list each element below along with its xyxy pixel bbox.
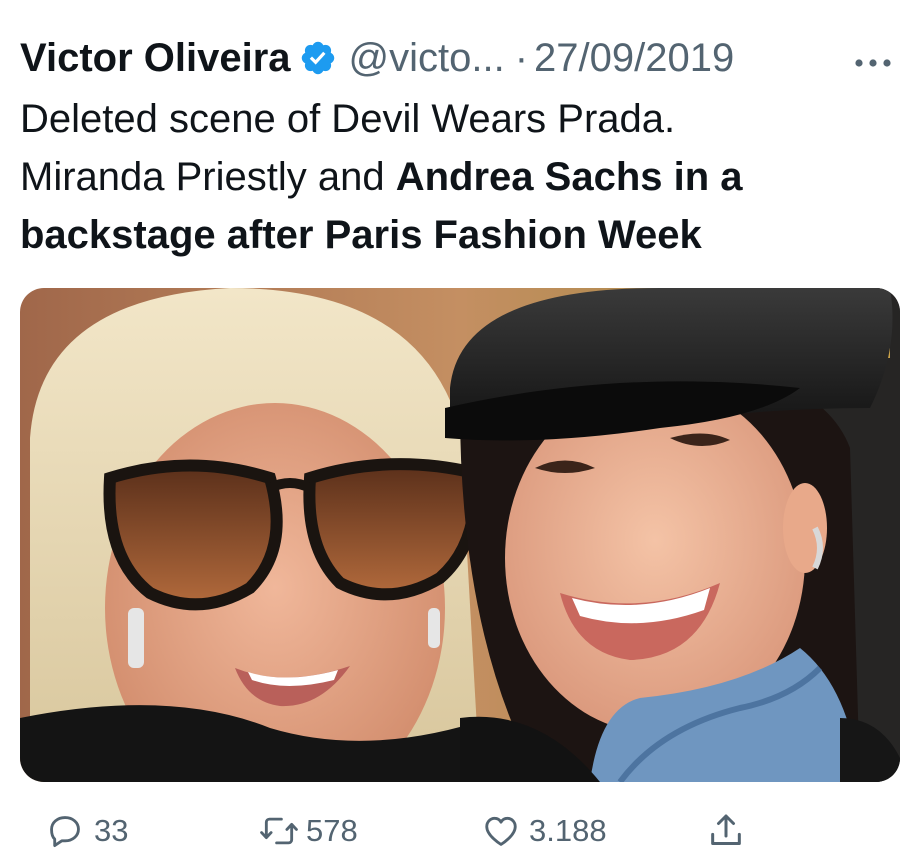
share-button[interactable] bbox=[706, 806, 746, 856]
reply-count: 33 bbox=[94, 813, 129, 848]
reply-bubble-icon bbox=[46, 812, 84, 850]
tweet-text-line-2: Miranda Priestly and Andrea Sachs in a bbox=[20, 148, 900, 206]
heart-icon bbox=[481, 812, 521, 850]
tweet-text-bold: Andrea Sachs in a bbox=[395, 155, 743, 199]
separator-dot: · bbox=[514, 36, 529, 80]
tweet-text-line-3: backstage after Paris Fashion Week bbox=[20, 206, 900, 264]
tweet-text: Deleted scene of Devil Wears Prada. Mira… bbox=[20, 90, 900, 264]
more-dots-icon[interactable] bbox=[851, 40, 895, 76]
like-button[interactable]: 3.188 bbox=[481, 806, 607, 856]
share-upload-icon bbox=[706, 811, 746, 851]
verified-badge-icon bbox=[299, 39, 337, 77]
photo-illustration bbox=[20, 288, 900, 782]
like-count: 3.188 bbox=[529, 813, 607, 848]
display-name[interactable]: Victor Oliveira bbox=[20, 30, 291, 86]
retweet-button[interactable]: 578 bbox=[258, 806, 358, 856]
tweet-text-line-1: Deleted scene of Devil Wears Prada. bbox=[20, 97, 676, 141]
tweet-card: Victor Oliveira @victo... · 27/09/2019 D… bbox=[0, 0, 915, 866]
reply-button[interactable]: 33 bbox=[46, 806, 128, 856]
tweet-header: Victor Oliveira @victo... · 27/09/2019 bbox=[20, 30, 895, 86]
tweet-date[interactable]: 27/09/2019 bbox=[534, 30, 734, 86]
retweet-count: 578 bbox=[306, 813, 358, 848]
tweet-photo[interactable] bbox=[20, 288, 900, 782]
user-handle[interactable]: @victo... bbox=[349, 30, 505, 86]
tweet-text-regular: Miranda Priestly and bbox=[20, 155, 396, 199]
tweet-text-bold-end: backstage after Paris Fashion Week bbox=[20, 213, 702, 257]
retweet-arrows-icon bbox=[258, 812, 300, 850]
tweet-actions: 33 578 3.188 bbox=[0, 806, 915, 856]
